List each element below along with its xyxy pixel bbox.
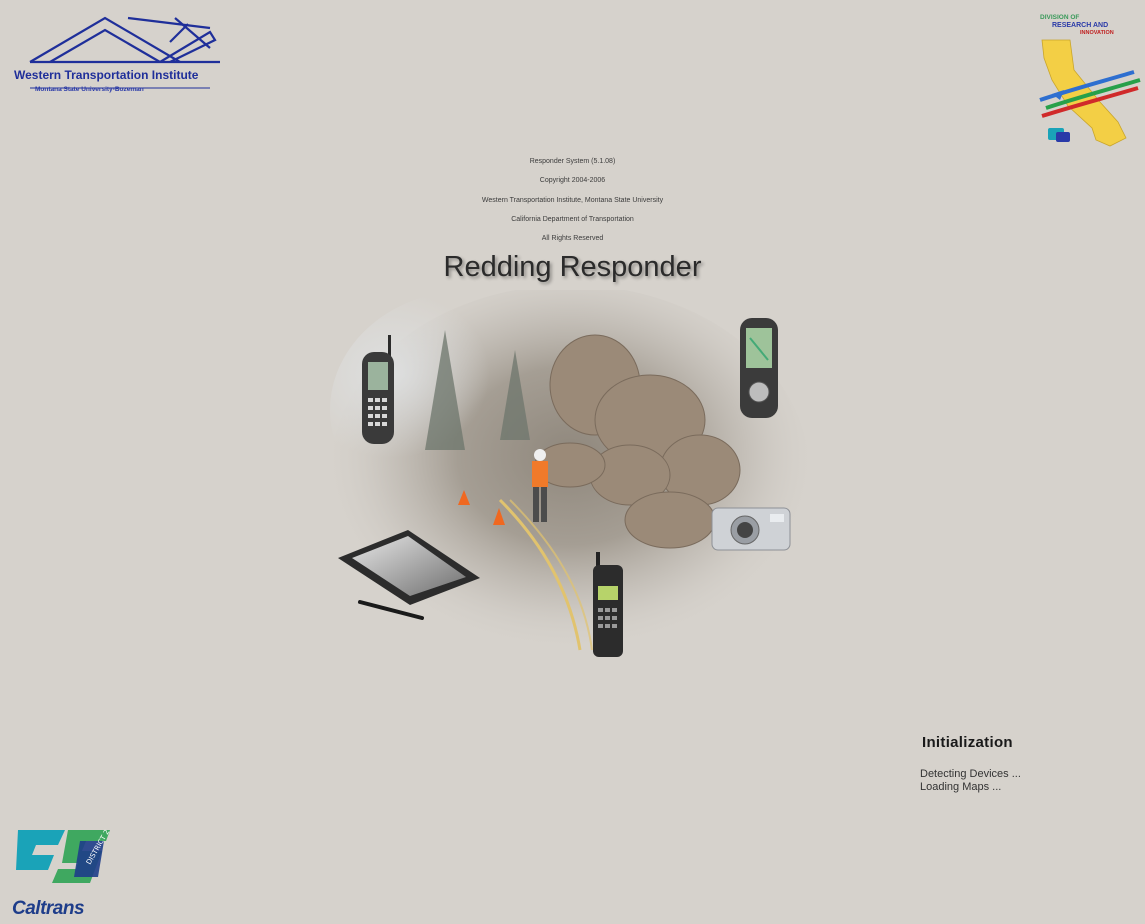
status-detecting-devices: Detecting Devices ... <box>920 768 1021 780</box>
dri-line-1: DIVISION OF <box>1040 14 1080 21</box>
initialization-status: Detecting Devices ... Loading Maps ... <box>920 768 1021 794</box>
rights-line: All Rights Reserved <box>541 235 604 243</box>
caltrans-wordmark: Caltrans <box>12 898 85 919</box>
copyright-line: Copyright 2004-2006 <box>539 177 606 185</box>
app-title: Redding Responder <box>443 251 702 283</box>
dri-line-2: RESEARCH AND <box>1052 22 1109 29</box>
satellite-phone-icon <box>593 552 623 657</box>
gps-device-icon <box>740 318 778 418</box>
initialization-heading: Initialization <box>922 734 1013 751</box>
institute-line: Western Transportation Institute, Montan… <box>481 196 664 204</box>
version-line: Responder System (5.1.08) <box>529 158 616 165</box>
hero-illustration <box>330 290 810 665</box>
wti-subtitle: Montana State University-Bozeman <box>35 86 144 93</box>
dri-line-3: INNOVATION <box>1080 30 1114 36</box>
dot-line: California Department of Transportation <box>511 215 634 223</box>
wti-name: Western Transportation Institute <box>14 68 199 82</box>
digital-camera-icon <box>711 507 791 551</box>
status-loading-maps: Loading Maps ... <box>920 781 1002 793</box>
credits-block: Responder System (5.1.08) Copyright 2004… <box>0 152 1145 248</box>
